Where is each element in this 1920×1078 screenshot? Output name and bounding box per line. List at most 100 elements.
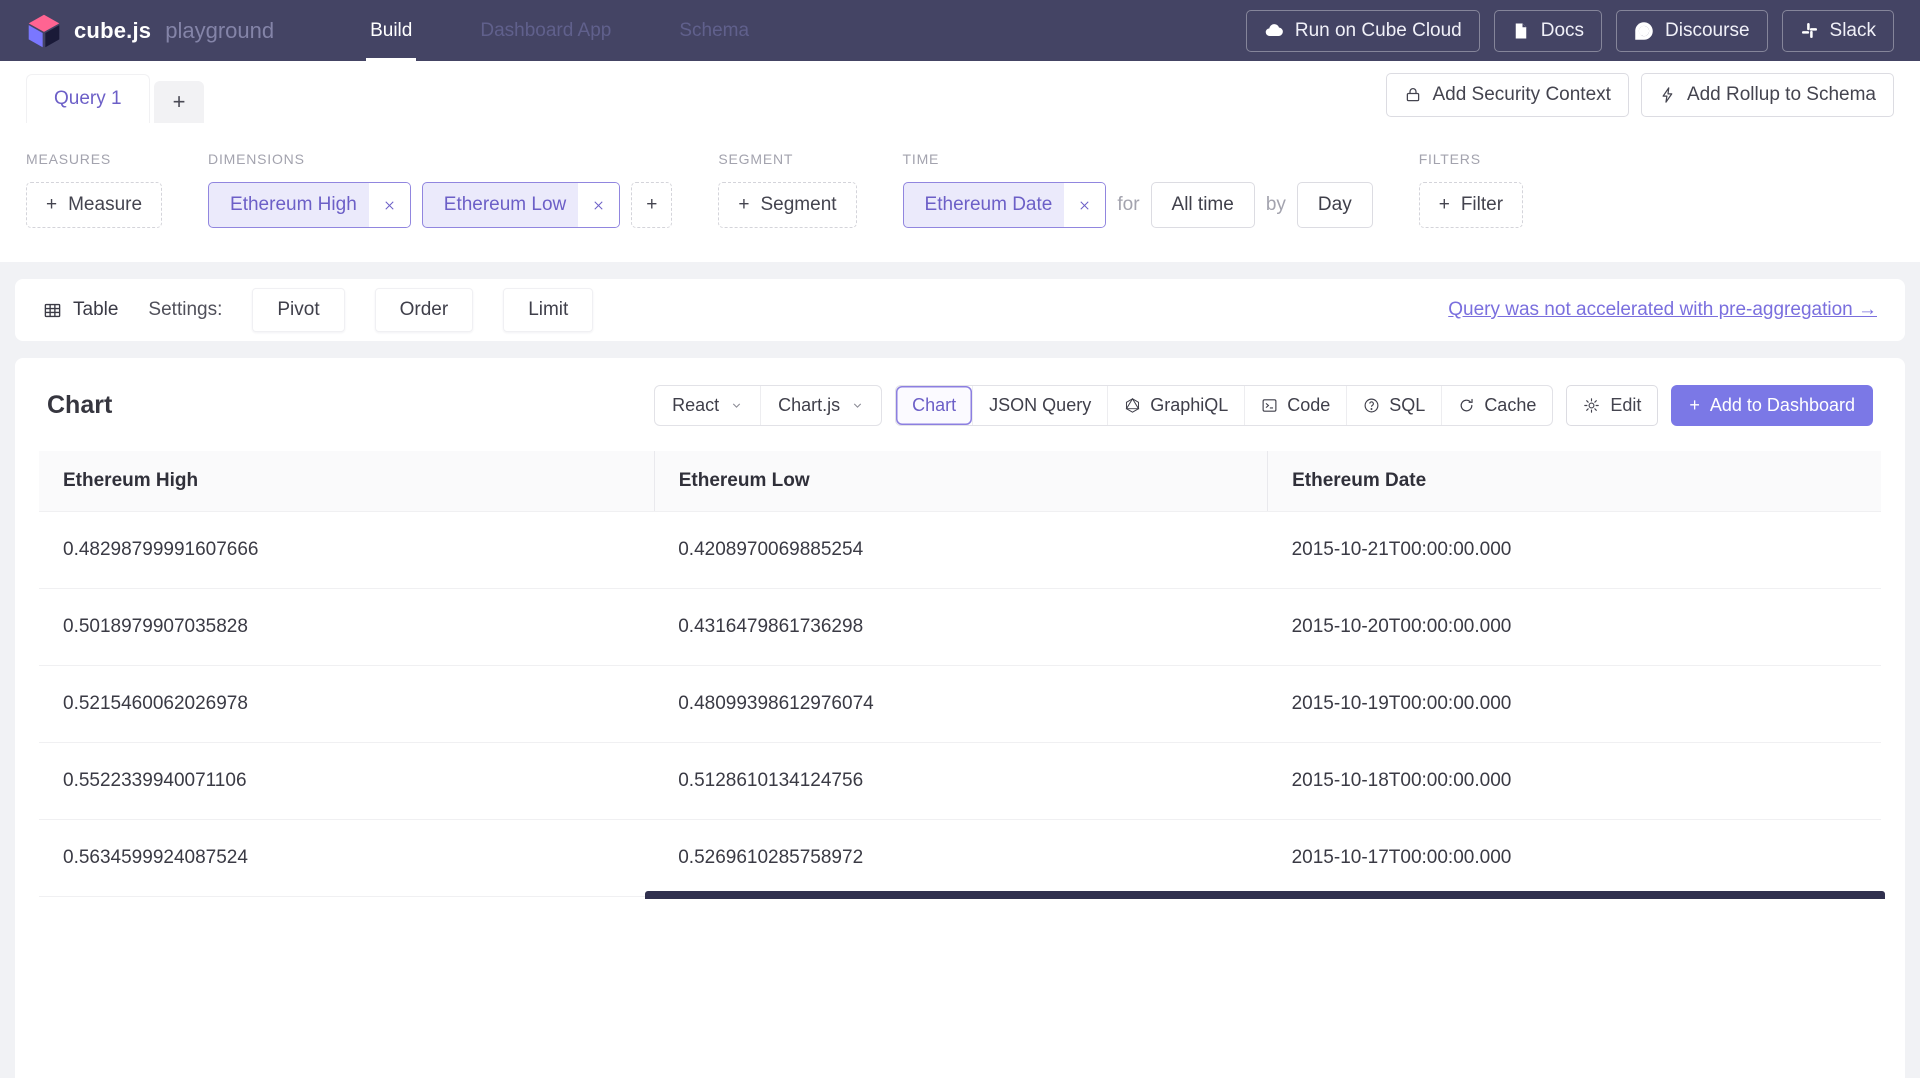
add-to-dashboard-button[interactable]: + Add to Dashboard xyxy=(1671,385,1873,426)
table-cell: 0.48298799991607666 xyxy=(39,512,654,589)
bottom-cutoff-bar xyxy=(645,891,1885,899)
table-cell: 0.48099398612976074 xyxy=(654,666,1267,743)
charting-library-select[interactable]: Chart.js xyxy=(760,386,881,425)
close-icon[interactable] xyxy=(1064,183,1105,227)
view-tab-label: Chart xyxy=(912,395,956,416)
preaggregation-link[interactable]: Query was not accelerated with pre-aggre… xyxy=(1448,299,1877,321)
table-row: 0.55223399400711060.51286101341247562015… xyxy=(39,743,1881,820)
document-icon xyxy=(1512,21,1530,41)
nav-button-label: Discourse xyxy=(1665,20,1749,42)
add-measure-button[interactable]: + Measure xyxy=(26,182,162,228)
view-tab-cache[interactable]: Cache xyxy=(1441,386,1552,425)
time-chip-ethereum-date[interactable]: Ethereum Date xyxy=(903,182,1107,228)
granularity-select[interactable]: Day xyxy=(1297,182,1373,228)
chevron-down-icon xyxy=(851,399,864,412)
column-header-ethereum-low[interactable]: Ethereum Low xyxy=(654,451,1267,512)
view-tab-json-query[interactable]: JSON Query xyxy=(972,386,1107,425)
add-security-context-button[interactable]: Add Security Context xyxy=(1386,73,1628,117)
chart-toolbar: React Chart.js Chart JSON Query xyxy=(654,385,1873,426)
table-cell: 2015-10-21T00:00:00.000 xyxy=(1268,512,1881,589)
brand: cube.js playground xyxy=(26,0,274,61)
add-rollup-to-schema-button[interactable]: Add Rollup to Schema xyxy=(1641,73,1894,117)
plus-icon: + xyxy=(738,194,749,216)
limit-button[interactable]: Limit xyxy=(503,288,593,332)
graphql-icon xyxy=(1124,397,1141,414)
view-tab-code[interactable]: Code xyxy=(1244,386,1346,425)
table-cell: 0.5215460062026978 xyxy=(39,666,654,743)
dimension-chip-ethereum-high[interactable]: Ethereum High xyxy=(208,182,411,228)
brand-name: cube.js xyxy=(74,18,151,44)
brand-suffix: playground xyxy=(165,18,274,44)
by-label: by xyxy=(1266,194,1286,216)
table-cell: 0.5634599924087524 xyxy=(39,820,654,897)
filters-group: FILTERS + Filter xyxy=(1419,151,1523,228)
button-label: Pivot xyxy=(277,299,319,320)
plus-icon: + xyxy=(1439,194,1450,216)
view-tab-chart[interactable]: Chart xyxy=(896,386,972,425)
dimension-chip-ethereum-low[interactable]: Ethereum Low xyxy=(422,182,621,228)
table-header-row: Ethereum High Ethereum Low Ethereum Date xyxy=(39,451,1881,512)
table-row: 0.52154600620269780.48099398612976074201… xyxy=(39,666,1881,743)
cloud-icon xyxy=(1264,21,1284,41)
add-dimension-button[interactable]: + xyxy=(631,182,672,228)
tab-actions: Add Security Context Add Rollup to Schem… xyxy=(1386,73,1894,123)
close-icon[interactable] xyxy=(369,183,410,227)
filters-label: FILTERS xyxy=(1419,151,1523,167)
table-cell: 0.4208970069885254 xyxy=(654,512,1267,589)
view-tab-label: Cache xyxy=(1484,395,1536,416)
results-table: Ethereum High Ethereum Low Ethereum Date… xyxy=(39,451,1881,897)
terminal-icon xyxy=(1261,397,1278,414)
nav-tab-label: Schema xyxy=(679,20,749,42)
nav-tab-build[interactable]: Build xyxy=(366,0,416,61)
add-segment-button[interactable]: + Segment xyxy=(718,182,856,228)
measures-label: MEASURES xyxy=(26,151,162,167)
view-tab-graphiql[interactable]: GraphiQL xyxy=(1107,386,1244,425)
table-mode-toggle[interactable]: Table xyxy=(43,299,118,321)
query-tab-1[interactable]: Query 1 xyxy=(26,74,150,123)
docs-button[interactable]: Docs xyxy=(1494,10,1602,52)
nav-tabs: Build Dashboard App Schema xyxy=(366,0,753,61)
slack-icon xyxy=(1800,21,1819,40)
column-header-ethereum-high[interactable]: Ethereum High xyxy=(39,451,654,512)
discourse-icon xyxy=(1634,21,1654,41)
for-label: for xyxy=(1117,194,1139,216)
table-cell: 2015-10-20T00:00:00.000 xyxy=(1268,589,1881,666)
table-cell: 2015-10-17T00:00:00.000 xyxy=(1268,820,1881,897)
nav-tab-schema[interactable]: Schema xyxy=(675,0,753,61)
edit-button[interactable]: Edit xyxy=(1566,385,1658,426)
nav-tab-dashboard-app[interactable]: Dashboard App xyxy=(476,0,615,61)
chart-card: Chart React Chart.js Chart xyxy=(15,358,1905,1078)
close-icon[interactable] xyxy=(578,183,619,227)
table-cell: 0.5522339940071106 xyxy=(39,743,654,820)
date-range-select[interactable]: All time xyxy=(1151,182,1255,228)
view-tab-sql[interactable]: SQL xyxy=(1346,386,1441,425)
segment-group: SEGMENT + Segment xyxy=(718,151,856,228)
nav-button-label: Docs xyxy=(1541,20,1584,42)
nav-button-label: Run on Cube Cloud xyxy=(1295,20,1462,42)
chip-label: Ethereum High xyxy=(209,183,369,227)
settings-label: Settings: xyxy=(148,299,222,321)
framework-select[interactable]: React xyxy=(655,386,760,425)
dimensions-label: DIMENSIONS xyxy=(208,151,672,167)
pivot-button[interactable]: Pivot xyxy=(252,288,344,332)
slack-button[interactable]: Slack xyxy=(1782,10,1894,52)
chip-label: Ethereum Low xyxy=(423,183,579,227)
gear-icon xyxy=(1583,397,1600,414)
view-tab-label: SQL xyxy=(1389,395,1425,416)
discourse-button[interactable]: Discourse xyxy=(1616,10,1767,52)
select-value: All time xyxy=(1172,194,1234,215)
time-group: TIME Ethereum Date for All time by Day xyxy=(903,151,1373,228)
order-button[interactable]: Order xyxy=(375,288,474,332)
table-cell: 0.5269610285758972 xyxy=(654,820,1267,897)
column-header-ethereum-date[interactable]: Ethereum Date xyxy=(1268,451,1881,512)
table-row: 0.482987999916076660.4208970069885254201… xyxy=(39,512,1881,589)
select-value: Day xyxy=(1318,194,1352,215)
select-value: Chart.js xyxy=(778,395,840,416)
table-row: 0.56345999240875240.52696102857589722015… xyxy=(39,820,1881,897)
button-label: Order xyxy=(400,299,449,320)
add-query-tab-button[interactable]: + xyxy=(154,81,205,123)
run-on-cube-cloud-button[interactable]: Run on Cube Cloud xyxy=(1246,10,1480,52)
button-label: Add Security Context xyxy=(1432,84,1610,106)
add-filter-button[interactable]: + Filter xyxy=(1419,182,1523,228)
select-value: React xyxy=(672,395,719,416)
